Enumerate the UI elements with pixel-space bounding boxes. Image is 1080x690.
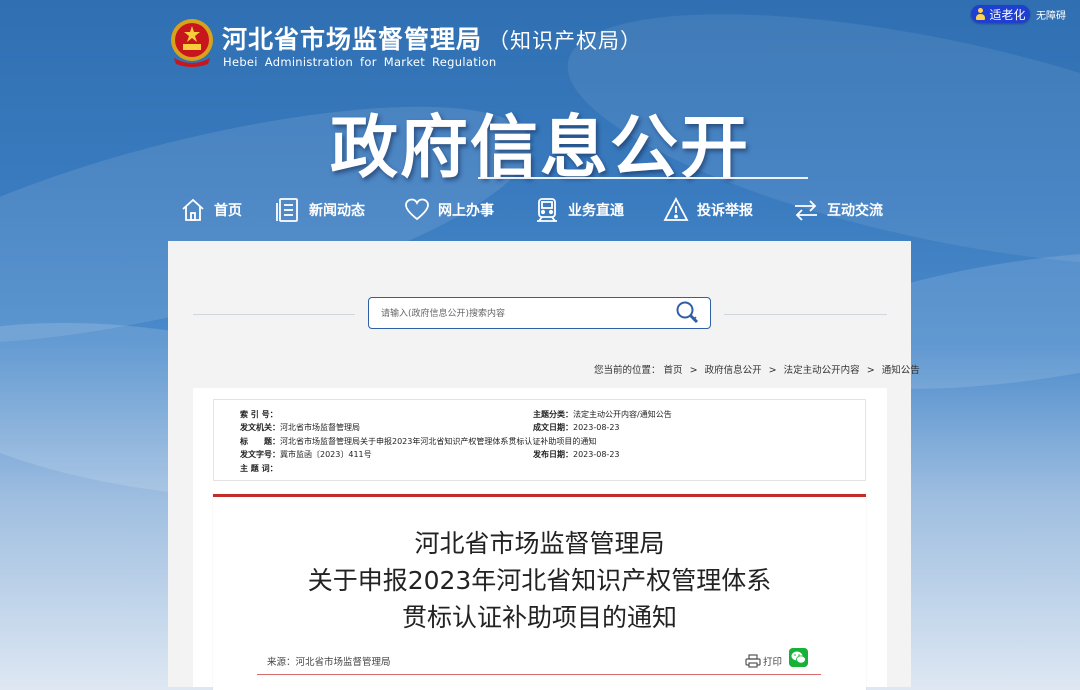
wechat-share-icon[interactable] <box>789 648 808 667</box>
site-name-en: Hebei Administration for Market Regulati… <box>223 55 497 69</box>
meta-doc-no: 发文字号：冀市监函〔2023〕411号 <box>240 450 372 459</box>
elder-person-icon <box>975 8 986 20</box>
breadcrumb-item-home[interactable]: 首页 <box>664 365 683 376</box>
search-icon[interactable] <box>675 300 701 326</box>
article-title-line-3: 贯标认证补助项目的通知 <box>401 603 677 632</box>
article-source: 来源：河北省市场监督管理局 <box>267 657 391 668</box>
exchange-icon <box>795 200 817 221</box>
article-title-line-1: 河北省市场监督管理局 <box>414 529 665 558</box>
site-name-sub: （知识产权局） <box>488 29 643 53</box>
nav-item-label: 投诉举报 <box>697 203 753 219</box>
printer-icon <box>745 654 761 668</box>
elder-mode-button[interactable]: 适老化 <box>971 5 1030 23</box>
home-icon <box>182 198 204 221</box>
heart-icon <box>405 198 429 221</box>
breadcrumb: 您当前的位置： 首页 > 政府信息公开 > 法定主动公开内容 > 通知公告 <box>594 362 922 376</box>
site-name[interactable]: 河北省市场监督管理局 （知识产权局） <box>222 20 642 56</box>
nav-item-online-service[interactable]: 网上办事 <box>404 194 494 226</box>
article-title-line-2: 关于申报2023年河北省知识产权管理体系 <box>307 566 772 595</box>
meta-category: 主题分类：法定主动公开内容/通知公告 <box>533 410 672 419</box>
nav-item-label: 首页 <box>214 203 242 219</box>
elder-mode-label: 适老化 <box>989 7 1026 22</box>
nav-item-interaction[interactable]: 互动交流 <box>793 194 883 226</box>
print-button[interactable]: 打印 <box>745 654 782 668</box>
breadcrumb-item-notices[interactable]: 通知公告 <box>882 365 920 376</box>
breadcrumb-item-gov-info[interactable]: 政府信息公开 <box>705 365 762 376</box>
breadcrumb-separator: > <box>866 365 875 376</box>
site-name-main: 河北省市场监督管理局 <box>222 25 483 54</box>
search-input[interactable] <box>379 304 663 324</box>
source-divider <box>257 674 821 675</box>
breadcrumb-item-statutory[interactable]: 法定主动公开内容 <box>784 365 860 376</box>
search-box <box>368 297 711 329</box>
national-emblem-icon <box>171 19 213 67</box>
meta-index-no: 索 引 号： <box>240 410 278 419</box>
nav-item-news[interactable]: 新闻动态 <box>275 194 365 226</box>
news-icon <box>276 198 298 222</box>
nav-item-complaint[interactable]: 投诉举报 <box>663 194 753 226</box>
search-divider-right <box>724 314 887 315</box>
breadcrumb-separator: > <box>689 365 698 376</box>
meta-created-date: 成文日期：2023-08-23 <box>533 423 620 432</box>
nav-item-label: 互动交流 <box>827 203 883 219</box>
accessibility-link[interactable]: 无障碍 <box>1036 7 1066 22</box>
meta-keywords: 主 题 词： <box>240 464 278 473</box>
warning-icon <box>663 197 689 221</box>
nav-item-business[interactable]: 业务直通 <box>534 194 624 226</box>
nav-item-label: 业务直通 <box>568 203 624 219</box>
meta-issuer: 发文机关：河北省市场监督管理局 <box>240 423 360 432</box>
meta-published-date: 发布日期：2023-08-23 <box>533 450 620 459</box>
title-underline <box>478 177 808 179</box>
breadcrumb-separator: > <box>768 365 777 376</box>
nav-item-label: 网上办事 <box>438 203 494 219</box>
nav-item-home[interactable]: 首页 <box>180 194 242 226</box>
print-label: 打印 <box>763 657 783 668</box>
meta-title: 标 题：河北省市场监督管理局关于申报2023年河北省知识产权管理体系贯标认证补助… <box>240 437 597 446</box>
breadcrumb-prefix: 您当前的位置： <box>594 365 661 376</box>
train-icon <box>537 198 557 222</box>
nav-item-label: 新闻动态 <box>309 203 365 219</box>
search-divider-left <box>193 314 355 315</box>
